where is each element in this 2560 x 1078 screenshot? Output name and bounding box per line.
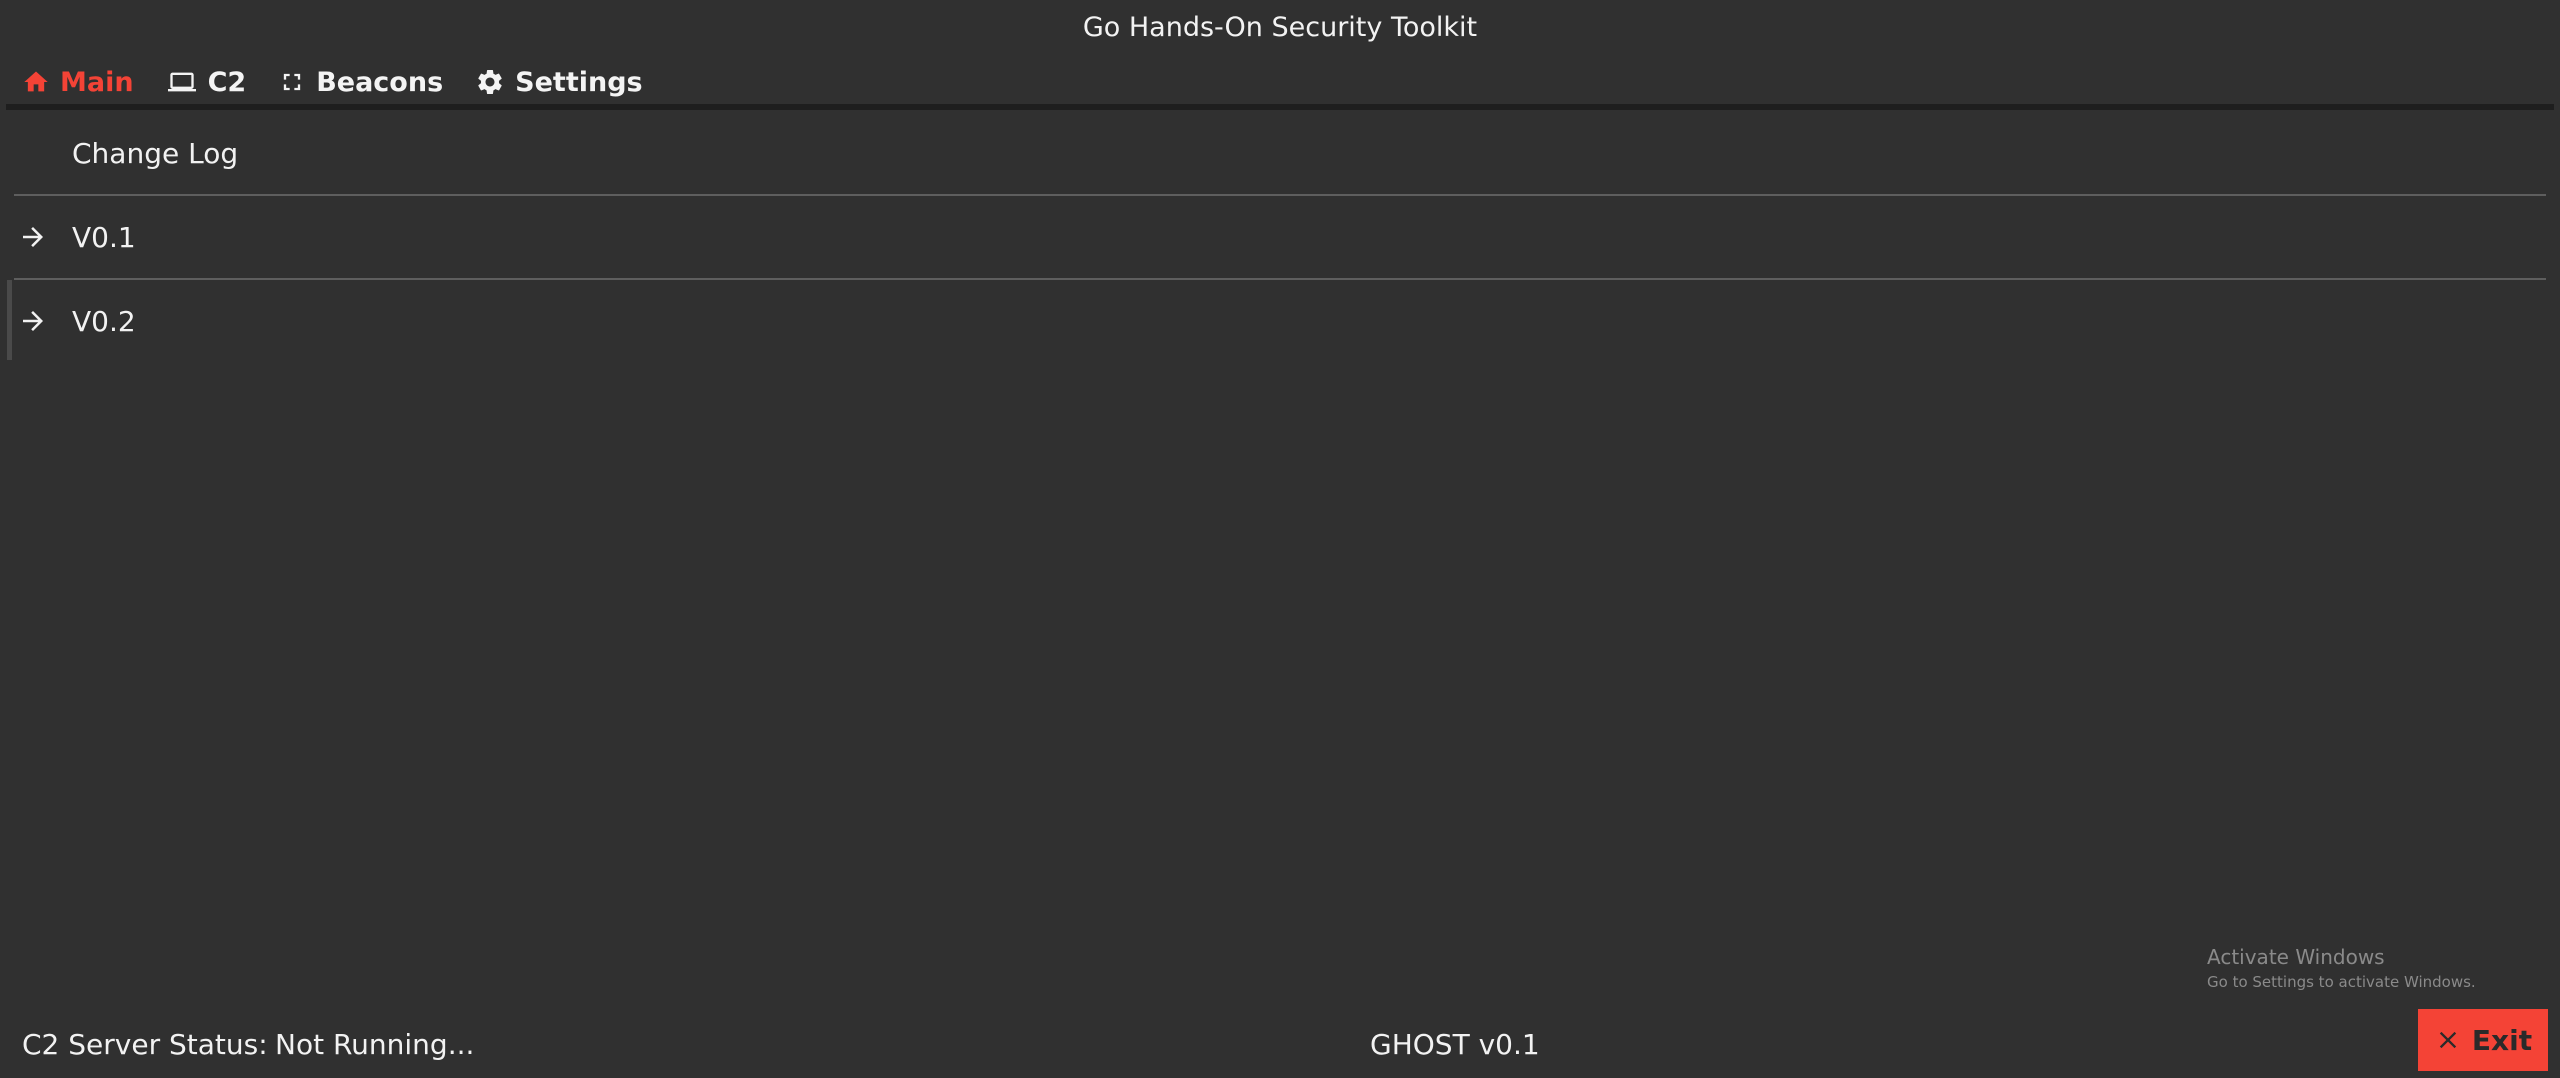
app-window: Go Hands-On Security Toolkit Main C2 Bea… (0, 0, 2560, 1078)
window-title: Go Hands-On Security Toolkit (1082, 11, 1478, 43)
server-status-value: Not Running... (275, 1027, 475, 1061)
tab-bar-divider (6, 104, 2554, 110)
scroll-indicator (7, 280, 12, 360)
changelog-header: Change Log (14, 112, 2546, 194)
tab-c2-label: C2 (207, 66, 247, 98)
arrow-right-icon (14, 222, 72, 252)
home-icon (22, 68, 50, 96)
server-status-label: C2 Server Status: (22, 1027, 268, 1061)
arrow-right-icon (14, 306, 72, 336)
gear-icon (475, 67, 505, 97)
exit-label: Exit (2471, 1023, 2533, 1057)
tab-main-label: Main (60, 66, 134, 98)
fullscreen-icon (278, 68, 306, 96)
close-icon (2434, 1026, 2462, 1054)
watermark-subtitle: Go to Settings to activate Windows. (2207, 973, 2476, 991)
tab-c2[interactable]: C2 (150, 54, 263, 110)
tab-beacons[interactable]: Beacons (262, 54, 459, 110)
tab-settings-label: Settings (515, 66, 643, 98)
list-item-label: V0.2 (72, 304, 136, 338)
status-bar: C2 Server Status: Not Running... GHOST v… (0, 1010, 2560, 1078)
tab-settings[interactable]: Settings (459, 54, 658, 110)
tab-bar: Main C2 Beacons Settings (6, 54, 659, 110)
app-version: GHOST v0.1 (1370, 1027, 1540, 1061)
changelog-title: Change Log (72, 136, 239, 170)
changelog-panel: Change Log V0.1 V0.2 (7, 112, 2546, 362)
laptop-icon (166, 68, 198, 96)
list-item-v0-2[interactable]: V0.2 (7, 280, 2546, 362)
watermark-title: Activate Windows (2207, 945, 2385, 969)
list-item-label: V0.1 (72, 220, 136, 254)
tab-beacons-label: Beacons (316, 66, 444, 98)
exit-button[interactable]: Exit (2418, 1009, 2548, 1071)
list-item-v0-1[interactable]: V0.1 (14, 196, 2546, 278)
tab-main[interactable]: Main (6, 54, 150, 110)
title-bar: Go Hands-On Security Toolkit (0, 0, 2560, 54)
activation-watermark: Activate Windows Go to Settings to activ… (2207, 945, 2476, 991)
